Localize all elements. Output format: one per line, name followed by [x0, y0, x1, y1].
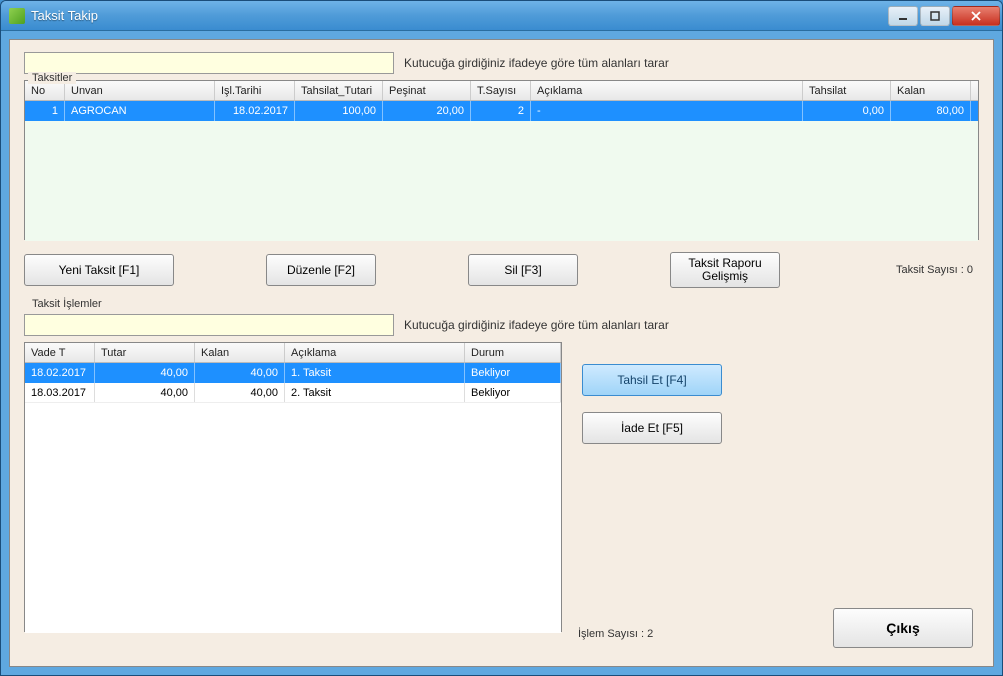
- window-controls: [888, 6, 1000, 26]
- col-tsayisi[interactable]: T.Sayısı: [471, 81, 531, 100]
- cell: Bekliyor: [465, 383, 561, 402]
- search-hint-bottom: Kutucuğa girdiğiniz ifadeye göre tüm ala…: [404, 318, 669, 332]
- grid2-wrap: Vade T Tutar Kalan Açıklama Durum 18.02.…: [24, 342, 979, 632]
- cell: 20,00: [383, 101, 471, 121]
- col-tarih[interactable]: Işl.Tarihi: [215, 81, 295, 100]
- table-row[interactable]: 18.02.201740,0040,001. TaksitBekliyor: [25, 363, 561, 383]
- minimize-button[interactable]: [888, 6, 918, 26]
- col-kalan[interactable]: Kalan: [891, 81, 971, 100]
- cell: 2. Taksit: [285, 383, 465, 402]
- maximize-button[interactable]: [920, 6, 950, 26]
- col-tahsilat[interactable]: Tahsilat: [803, 81, 891, 100]
- grid-islemler-body: 18.02.201740,0040,001. TaksitBekliyor18.…: [25, 363, 561, 633]
- taksit-count-label: Taksit Sayısı : 0: [896, 264, 973, 276]
- col-tahsilat-tutari[interactable]: Tahsilat_Tutari: [295, 81, 383, 100]
- cell: Bekliyor: [465, 363, 561, 383]
- grid-taksitler-header: No Unvan Işl.Tarihi Tahsilat_Tutari Peşi…: [25, 81, 978, 101]
- grid-taksitler-body: 1AGROCAN18.02.2017100,0020,002-0,0080,00: [25, 101, 978, 241]
- search-input-top[interactable]: [24, 52, 394, 74]
- cell: 40,00: [195, 363, 285, 383]
- group-taksitler: Taksitler No Unvan Işl.Tarihi Tahsilat_T…: [24, 80, 979, 240]
- cell: 40,00: [195, 383, 285, 402]
- cell: 80,00: [891, 101, 971, 121]
- islem-count-label: İşlem Sayısı : 2: [578, 628, 653, 640]
- islem-side-buttons: Tahsil Et [F4] İade Et [F5]: [582, 342, 722, 632]
- col2-vade[interactable]: Vade T: [25, 343, 95, 362]
- cell: 18.03.2017: [25, 383, 95, 402]
- cell: 2: [471, 101, 531, 121]
- group-islemler: Taksit İşlemler Kutucuğa girdiğiniz ifad…: [24, 306, 979, 632]
- exit-button[interactable]: Çıkış: [833, 608, 973, 648]
- search-hint-top: Kutucuğa girdiğiniz ifadeye göre tüm ala…: [404, 56, 669, 70]
- cell: 1. Taksit: [285, 363, 465, 383]
- taksit-button-row: Yeni Taksit [F1] Düzenle [F2] Sil [F3] T…: [24, 252, 979, 288]
- app-window: Taksit Takip Kutucuğa girdiğiniz ifadeye…: [0, 0, 1003, 676]
- table-row[interactable]: 1AGROCAN18.02.2017100,0020,002-0,0080,00: [25, 101, 978, 121]
- cell: 40,00: [95, 363, 195, 383]
- cell: AGROCAN: [65, 101, 215, 121]
- col-aciklama[interactable]: Açıklama: [531, 81, 803, 100]
- col-unvan[interactable]: Unvan: [65, 81, 215, 100]
- search-row-top: Kutucuğa girdiğiniz ifadeye göre tüm ala…: [24, 52, 979, 74]
- report-button[interactable]: Taksit Raporu Gelişmiş: [670, 252, 780, 288]
- client-area: Kutucuğa girdiğiniz ifadeye göre tüm ala…: [1, 31, 1002, 675]
- app-icon: [9, 8, 25, 24]
- iade-et-button[interactable]: İade Et [F5]: [582, 412, 722, 444]
- cell: 18.02.2017: [25, 363, 95, 383]
- grid-islemler[interactable]: Vade T Tutar Kalan Açıklama Durum 18.02.…: [24, 342, 562, 632]
- col2-kalan[interactable]: Kalan: [195, 343, 285, 362]
- titlebar[interactable]: Taksit Takip: [1, 1, 1002, 31]
- search-input-bottom[interactable]: [24, 314, 394, 336]
- tahsil-et-button[interactable]: Tahsil Et [F4]: [582, 364, 722, 396]
- cell: -: [531, 101, 803, 121]
- cell: 1: [25, 101, 65, 121]
- grid-islemler-header: Vade T Tutar Kalan Açıklama Durum: [25, 343, 561, 363]
- col2-aciklama[interactable]: Açıklama: [285, 343, 465, 362]
- cell: 100,00: [295, 101, 383, 121]
- window-title: Taksit Takip: [31, 8, 888, 23]
- col2-durum[interactable]: Durum: [465, 343, 561, 362]
- col2-tutar[interactable]: Tutar: [95, 343, 195, 362]
- form-panel: Kutucuğa girdiğiniz ifadeye göre tüm ala…: [9, 39, 994, 667]
- cell: 40,00: [95, 383, 195, 402]
- delete-taksit-button[interactable]: Sil [F3]: [468, 254, 578, 286]
- table-row[interactable]: 18.03.201740,0040,002. TaksitBekliyor: [25, 383, 561, 403]
- col-pesinat[interactable]: Peşinat: [383, 81, 471, 100]
- new-taksit-button[interactable]: Yeni Taksit [F1]: [24, 254, 174, 286]
- group-islemler-label: Taksit İşlemler: [28, 298, 106, 310]
- search-row-bottom: Kutucuğa girdiğiniz ifadeye göre tüm ala…: [24, 314, 979, 336]
- group-taksitler-label: Taksitler: [28, 72, 76, 84]
- edit-taksit-button[interactable]: Düzenle [F2]: [266, 254, 376, 286]
- grid-taksitler[interactable]: No Unvan Işl.Tarihi Tahsilat_Tutari Peşi…: [24, 80, 979, 240]
- close-button[interactable]: [952, 6, 1000, 26]
- cell: 0,00: [803, 101, 891, 121]
- cell: 18.02.2017: [215, 101, 295, 121]
- report-button-line2: Gelişmiş: [702, 270, 748, 283]
